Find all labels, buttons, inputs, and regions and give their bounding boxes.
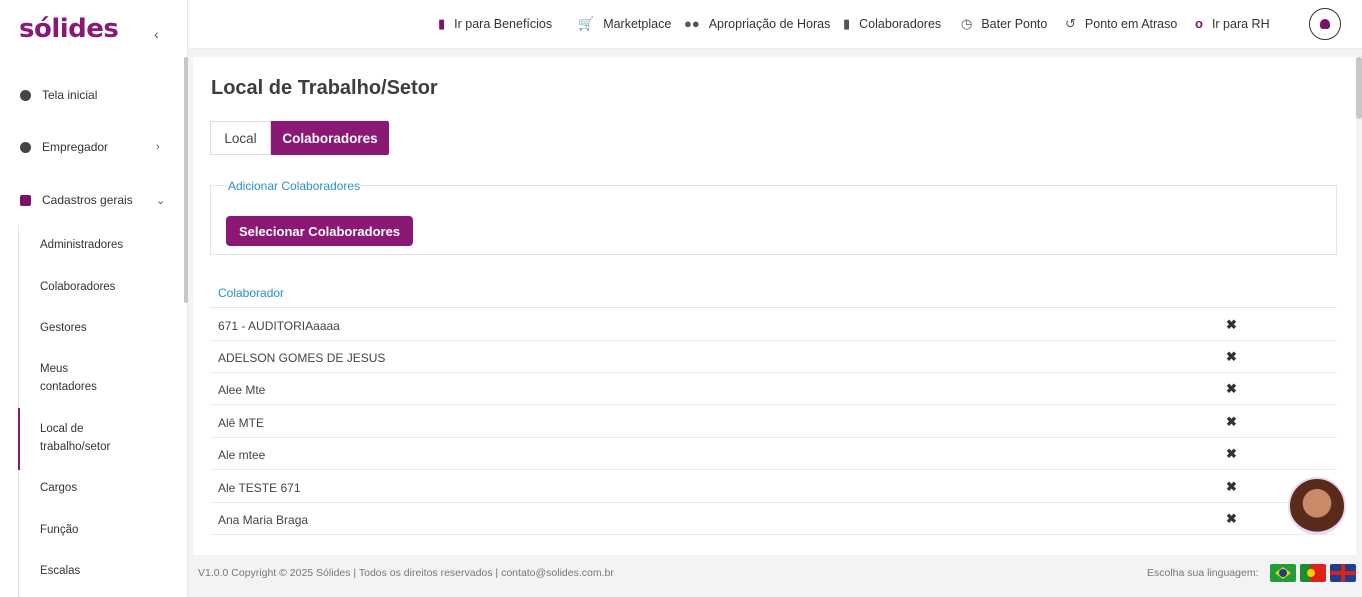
clock-icon: ◷	[961, 16, 973, 31]
subnav-colaboradores[interactable]: Colaboradores	[40, 278, 115, 296]
assistant-avatar-button[interactable]	[1288, 477, 1346, 535]
cart-icon: 🛒	[578, 16, 595, 31]
remove-icon[interactable]: ✖	[1226, 511, 1237, 527]
subnav-meus-contadores[interactable]: Meus contadores	[40, 360, 120, 396]
table-row: Ana Maria Braga ✖	[210, 503, 1337, 535]
history-icon: ↺	[1065, 16, 1076, 31]
table-row: Alê MTE ✖	[210, 406, 1337, 438]
language-label: Escolha sua linguagem:	[1147, 567, 1259, 579]
tab-local[interactable]: Local	[210, 121, 271, 155]
select-collaborators-button[interactable]: Selecionar Colaboradores	[226, 216, 413, 246]
tab-colaboradores[interactable]: Colaboradores	[271, 121, 389, 155]
sidebar-item-label: Tela inicial	[42, 88, 98, 102]
topbar-link-label: Apropriação de Horas	[708, 16, 831, 31]
topbar: ▮ Ir para Benefícios 🛒 Marketplace ●● Ap…	[188, 0, 1362, 49]
user-avatar-button[interactable]	[1309, 8, 1341, 40]
collaborator-name: Ana Maria Braga	[218, 513, 309, 527]
topbar-link-label: Ponto em Atraso	[1084, 17, 1178, 31]
sidebar-item-empregador[interactable]: Empregador ›	[20, 140, 160, 154]
subnav-gestores[interactable]: Gestores	[40, 319, 87, 337]
subnav-administradores[interactable]: Administradores	[40, 236, 123, 254]
collaborator-name: ADELSON GOMES DE JESUS	[218, 351, 386, 365]
column-header-colaborador[interactable]: Colaborador	[218, 286, 284, 300]
plus-square-icon	[20, 194, 31, 206]
topbar-link-label: Colaboradores	[859, 17, 942, 31]
solides-logo[interactable]: sólides	[19, 14, 119, 44]
topbar-link-label: Bater Ponto	[981, 17, 1048, 31]
sidebar-item-label: Cadastros gerais	[42, 193, 133, 207]
table-row: Alee Mte ✖	[210, 373, 1337, 405]
topbar-link-colaboradores[interactable]: ▮ Colaboradores	[843, 16, 941, 32]
portugal-flag-icon[interactable]	[1300, 564, 1326, 582]
topbar-link-label: Ir para RH	[1211, 16, 1270, 31]
sidebar: sólides ‹ Tela inicial Empregador › Cada…	[0, 0, 188, 597]
topbar-link-bater-ponto[interactable]: ◷ Bater Ponto	[961, 16, 1047, 32]
topbar-link-ponto-em-atraso[interactable]: ↺ Ponto em Atraso	[1065, 16, 1177, 32]
collapse-sidebar-icon[interactable]: ‹	[154, 26, 159, 42]
copyright-text: V1.0.0 Copyright © 2025 Sólides | Todos …	[198, 567, 614, 579]
topbar-link-marketplace[interactable]: 🛒 Marketplace	[578, 16, 671, 32]
fieldset-legend: Adicionar Colaboradores	[228, 179, 361, 193]
table-row: ADELSON GOMES DE JESUS ✖	[210, 341, 1337, 373]
sidebar-item-cadastros-gerais[interactable]: Cadastros gerais ⌄	[20, 193, 165, 207]
topbar-link-label: Marketplace	[603, 17, 672, 31]
solides-icon: о	[1195, 16, 1203, 31]
main-content: Local de Trabalho/Setor Local Colaborado…	[193, 57, 1356, 597]
chevron-down-icon: ⌄	[156, 194, 166, 207]
main-scrollbar[interactable]	[1356, 57, 1362, 119]
table-row: Ale TESTE 671 ✖	[210, 471, 1337, 503]
remove-icon[interactable]: ✖	[1226, 414, 1237, 430]
remove-icon[interactable]: ✖	[1226, 446, 1237, 462]
table-row: Ale mtee ✖	[210, 438, 1337, 470]
table-row: 671 - AUDITORIAaaaa ✖	[210, 309, 1337, 341]
subnav-funcao[interactable]: Função	[40, 521, 78, 539]
users-icon: ●●	[684, 16, 700, 31]
brazil-flag-icon[interactable]	[1270, 564, 1296, 582]
book-icon: ▮	[843, 16, 851, 31]
footer: V1.0.0 Copyright © 2025 Sólides | Todos …	[188, 555, 1362, 597]
remove-icon[interactable]: ✖	[1226, 381, 1237, 397]
remove-icon[interactable]: ✖	[1226, 349, 1237, 365]
sidebar-item-tela-inicial[interactable]: Tela inicial	[20, 88, 97, 102]
wallet-icon: ▮	[438, 16, 446, 31]
remove-icon[interactable]: ✖	[1226, 479, 1237, 495]
topbar-link-apropriacao[interactable]: ●● Apropriação de Horas	[684, 16, 830, 31]
topbar-link-beneficios[interactable]: ▮ Ir para Benefícios	[438, 16, 552, 32]
sidebar-scrollbar[interactable]	[184, 57, 188, 303]
remove-icon[interactable]: ✖	[1226, 317, 1237, 333]
user-icon	[1320, 19, 1330, 29]
collaborator-name: 671 - AUDITORIAaaaa	[218, 319, 340, 333]
collaborator-name: Alee Mte	[218, 383, 266, 397]
info-icon	[20, 89, 31, 101]
chevron-right-icon: ›	[156, 141, 160, 153]
header-divider	[210, 307, 1337, 308]
user-circle-icon	[20, 141, 31, 153]
subnav-escalas[interactable]: Escalas	[40, 562, 80, 580]
topbar-link-label: Ir para Benefícios	[454, 17, 553, 31]
collaborator-name: Ale TESTE 671	[218, 481, 301, 495]
page-title: Local de Trabalho/Setor	[211, 77, 438, 99]
subnav-cargos[interactable]: Cargos	[40, 479, 77, 497]
collaborator-name: Alê MTE	[218, 416, 265, 430]
sidebar-item-label: Empregador	[42, 140, 109, 154]
collaborator-name: Ale mtee	[218, 448, 266, 462]
subnav-local-de-trabalho[interactable]: Local de trabalho/setor	[18, 408, 130, 470]
topbar-link-ir-para-rh[interactable]: о Ir para RH	[1195, 16, 1270, 31]
uk-flag-icon[interactable]	[1330, 564, 1356, 582]
